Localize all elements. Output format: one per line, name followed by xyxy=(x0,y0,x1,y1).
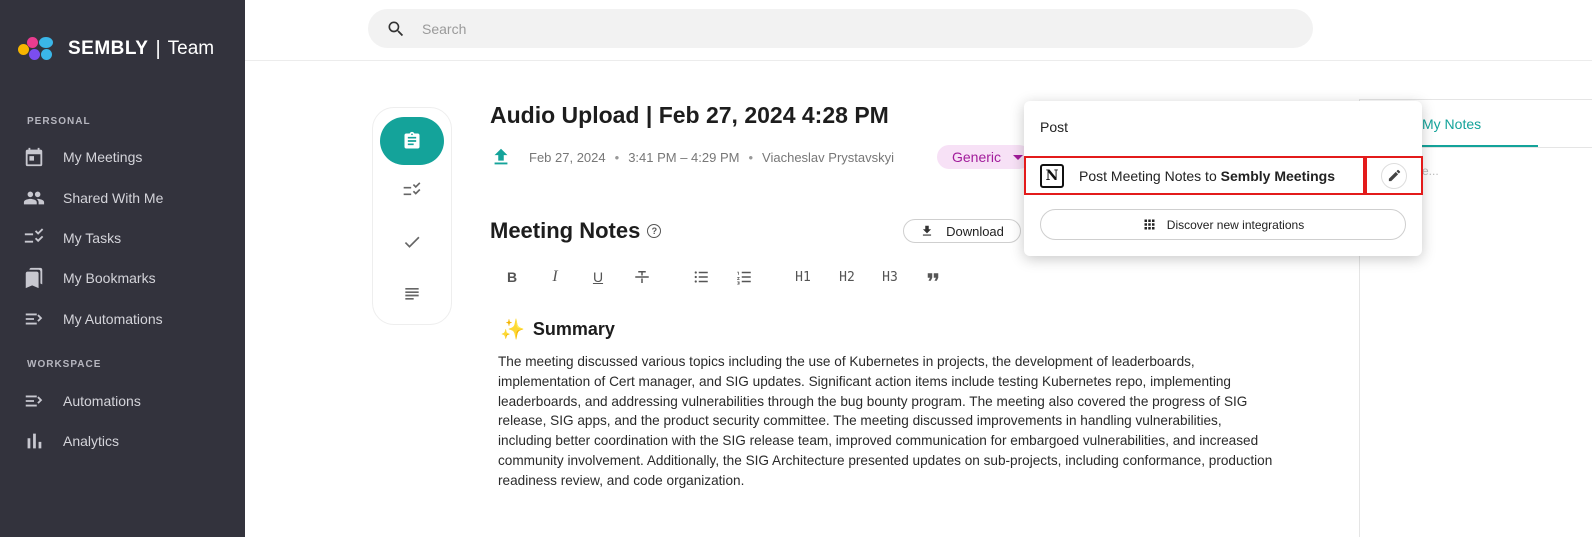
meeting-time: 3:41 PM – 4:29 PM xyxy=(628,149,740,165)
notes-heading-text: Meeting Notes xyxy=(490,218,641,243)
download-label: Download xyxy=(946,223,1004,239)
meeting-owner[interactable]: Viacheslav Prystavskyi xyxy=(762,150,894,165)
bold-button[interactable]: B xyxy=(500,266,524,288)
download-button[interactable]: Download xyxy=(903,219,1021,243)
sidebar-item-analytics[interactable]: Analytics xyxy=(0,423,245,459)
underline-button[interactable]: U xyxy=(586,266,610,288)
bar-chart-icon xyxy=(27,433,42,449)
pencil-icon xyxy=(1388,169,1400,182)
checklist-icon xyxy=(403,182,421,196)
sidebar: SEMBLY | Team PERSONAL My Meetings Share… xyxy=(0,0,245,537)
app-root: SEMBLY | Team PERSONAL My Meetings Share… xyxy=(0,0,1592,537)
sidebar-item-my-meetings[interactable]: My Meetings xyxy=(0,139,245,175)
quote-icon xyxy=(927,273,939,281)
notes-heading: Meeting Notes ? xyxy=(490,218,662,244)
sidebar-item-label: My Automations xyxy=(63,311,163,327)
meeting-meta: Feb 27, 2024 • 3:41 PM – 4:29 PM • Viach… xyxy=(490,145,894,169)
people-icon xyxy=(23,191,45,205)
clipboard-icon xyxy=(404,131,420,149)
summary-text[interactable]: The meeting discussed various topics inc… xyxy=(498,352,1278,491)
heading-1-button[interactable]: H1 xyxy=(791,266,815,288)
sidebar-item-label: Shared With Me xyxy=(63,190,164,206)
summary-title: ✨ Summary xyxy=(500,317,615,342)
numbered-list-icon xyxy=(737,271,751,285)
rail-decisions-button[interactable] xyxy=(380,218,444,266)
search-input[interactable] xyxy=(422,20,1222,37)
edit-button-circle xyxy=(1381,162,1407,189)
italic-button[interactable]: I xyxy=(543,266,567,288)
meeting-type-tag[interactable]: Generic xyxy=(937,145,1032,169)
meeting-title: Audio Upload | Feb 27, 2024 4:28 PM xyxy=(490,102,889,128)
search-bar[interactable] xyxy=(368,9,1313,48)
quote-button[interactable] xyxy=(921,266,945,288)
sidebar-item-my-automations[interactable]: My Automations xyxy=(0,301,245,337)
view-rail xyxy=(372,107,452,325)
caret-down-icon xyxy=(1013,155,1024,160)
transcript-icon xyxy=(405,288,419,300)
post-to-notion-item[interactable]: N Post Meeting Notes to Sembly Meetings xyxy=(1024,156,1365,195)
sidebar-item-label: My Meetings xyxy=(63,149,143,165)
apps-grid-icon xyxy=(1144,219,1155,230)
top-bar xyxy=(245,0,1592,61)
heading-2-button[interactable]: H2 xyxy=(835,266,859,288)
calendar-icon xyxy=(25,147,43,167)
meta-separator: • xyxy=(748,149,754,165)
check-icon xyxy=(404,236,420,248)
sidebar-item-my-tasks[interactable]: My Tasks xyxy=(0,220,245,256)
heading-3-button[interactable]: H3 xyxy=(878,266,902,288)
edit-integration-button[interactable] xyxy=(1365,156,1423,195)
logo-product-text: Team xyxy=(167,38,215,59)
sidebar-item-my-bookmarks[interactable]: My Bookmarks xyxy=(0,260,245,296)
summary-title-text: Summary xyxy=(532,319,615,339)
tab-my-notes[interactable]: My Notes xyxy=(1422,116,1481,132)
search-icon xyxy=(388,21,404,36)
sidebar-item-label: My Bookmarks xyxy=(63,270,156,286)
checklist-icon xyxy=(24,228,44,243)
popover-title: Post xyxy=(1040,119,1069,135)
numbered-list-button[interactable] xyxy=(732,266,756,288)
rail-notes-button[interactable] xyxy=(380,117,444,165)
sidebar-item-label: Analytics xyxy=(63,433,120,449)
bookmarks-icon xyxy=(25,267,43,289)
discover-integrations-button[interactable]: Discover new integrations xyxy=(1040,209,1406,240)
sidebar-item-automations[interactable]: Automations xyxy=(0,383,245,419)
meeting-type-label: Generic xyxy=(952,149,1002,165)
logo-separator: | xyxy=(155,37,161,60)
help-icon[interactable]: ? xyxy=(647,224,662,238)
my-notes-input[interactable]: e... xyxy=(1422,164,1439,178)
discover-label: Discover new integrations xyxy=(1166,217,1305,232)
sidebar-item-shared-with-me[interactable]: Shared With Me xyxy=(0,180,245,216)
logo[interactable]: SEMBLY | Team xyxy=(18,34,214,64)
rail-tasks-button[interactable] xyxy=(380,167,444,215)
post-popover: Post N Post Meeting Notes to Sembly Meet… xyxy=(1024,101,1423,256)
logo-brand-text: SEMBLY xyxy=(68,38,149,59)
section-label-workspace: WORKSPACE xyxy=(27,359,102,370)
rail-transcript-button[interactable] xyxy=(380,269,444,317)
meeting-date: Feb 27, 2024 xyxy=(529,149,606,165)
automation-icon xyxy=(25,395,43,407)
sidebar-item-label: Automations xyxy=(63,393,141,409)
post-to-notion-label: Post Meeting Notes to Sembly Meetings xyxy=(1079,167,1336,184)
automation-icon xyxy=(25,313,43,325)
section-label-personal: PERSONAL xyxy=(27,116,91,127)
bullet-list-icon xyxy=(694,271,708,283)
meta-separator: • xyxy=(614,149,620,165)
sidebar-item-label: My Tasks xyxy=(63,230,122,246)
strikethrough-button[interactable] xyxy=(630,266,654,288)
logo-mark-icon xyxy=(18,35,62,63)
download-icon xyxy=(922,225,932,236)
bullet-list-button[interactable] xyxy=(689,266,713,288)
notion-icon: N xyxy=(1040,163,1064,188)
sparkles-icon: ✨ xyxy=(500,319,525,341)
upload-icon xyxy=(494,148,508,165)
strikethrough-icon xyxy=(635,271,649,283)
